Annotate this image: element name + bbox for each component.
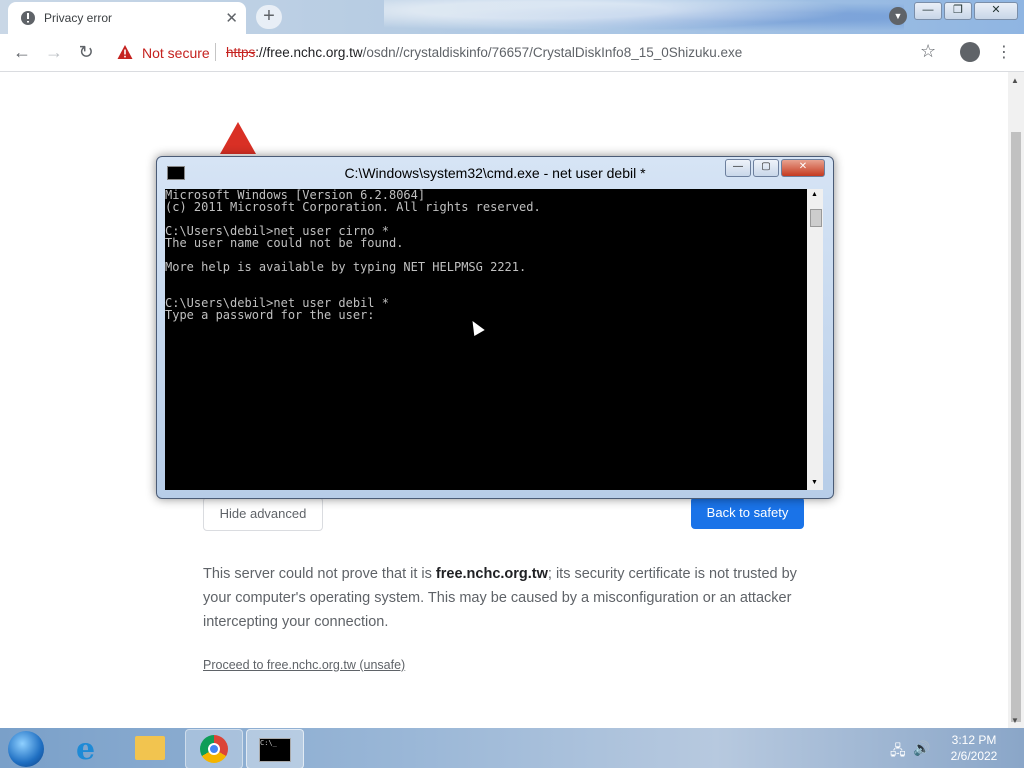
profile-avatar-icon[interactable] (960, 42, 980, 62)
minimize-button[interactable]: — (914, 2, 942, 20)
proceed-unsafe-link[interactable]: Proceed to free.nchc.org.tw (unsafe) (203, 658, 405, 672)
scroll-down-icon[interactable]: ▼ (1011, 716, 1019, 725)
system-clock[interactable]: 3:12 PM 2/6/2022 (936, 732, 1012, 764)
cmd-scroll-up-icon[interactable]: ▲ (811, 191, 818, 198)
explanation-text: This server could not prove that it is f… (203, 562, 813, 634)
browser-toolbar: ← → ↻ Not secure https://free.nchc.org.t… (0, 34, 1024, 72)
chrome-icon[interactable] (185, 729, 243, 769)
reload-icon[interactable]: ↻ (74, 41, 98, 65)
console-output[interactable]: Microsoft Windows [Version 6.2.8064] (c) … (165, 189, 807, 490)
scroll-thumb[interactable] (1011, 132, 1021, 722)
tab-strip: Privacy error ✕ + ▼ — ❐ ✕ (0, 0, 1024, 34)
window-controls: — ❐ ✕ (912, 2, 1018, 20)
back-to-safety-button[interactable]: Back to safety (691, 497, 804, 529)
command-prompt-icon[interactable]: C:\_ (246, 729, 304, 769)
new-tab-button[interactable]: + (256, 5, 282, 29)
cmd-scrollbar[interactable]: ▲ ▼ (807, 189, 823, 490)
cmd-scroll-thumb[interactable] (810, 209, 822, 227)
cmd-window-controls: — ▢ ✕ (723, 159, 825, 177)
tab-privacy-error[interactable]: Privacy error ✕ (8, 2, 246, 34)
url-scheme: https (226, 45, 256, 60)
not-secure-label[interactable]: Not secure (142, 45, 210, 61)
windows-explorer-icon[interactable] (123, 729, 179, 767)
url-host: ://free.nchc.org.tw (255, 45, 363, 60)
restore-button[interactable]: ❐ (944, 2, 972, 20)
start-button[interactable] (8, 731, 44, 767)
internet-explorer-icon[interactable]: e (62, 729, 118, 767)
danger-triangle-icon (220, 122, 256, 154)
network-icon[interactable]: 🖧 (890, 740, 906, 764)
close-window-button[interactable]: ✕ (974, 2, 1018, 20)
scroll-up-icon[interactable]: ▲ (1011, 76, 1019, 85)
forward-arrow-icon[interactable]: → (42, 41, 66, 65)
url-path: /osdn//crystaldiskinfo/76657/CrystalDisk… (362, 45, 743, 60)
address-bar[interactable]: Not secure https://free.nchc.org.tw/osdn… (110, 37, 956, 67)
cmd-close-button[interactable]: ✕ (781, 159, 825, 177)
clock-time: 3:12 PM (951, 733, 997, 747)
console-line: More help is available by typing NET HEL… (165, 260, 527, 274)
console-line: Type a password for the user: (165, 308, 375, 322)
explanation-host: free.nchc.org.tw (435, 566, 548, 582)
tab-title: Privacy error (44, 11, 113, 25)
bookmark-star-icon[interactable]: ☆ (920, 41, 936, 62)
console-line: The user name could not be found. (165, 236, 404, 250)
tabstrip-background (384, 0, 904, 34)
hide-advanced-button[interactable]: Hide advanced (203, 497, 323, 531)
url-text[interactable]: https://free.nchc.org.tw/osdn//crystaldi… (226, 45, 742, 60)
kebab-menu-icon[interactable]: ⋮ (996, 42, 1012, 62)
globe-icon (21, 11, 35, 25)
page-scrollbar[interactable]: ▲ ▼ (1008, 72, 1024, 728)
cmd-window[interactable]: C:\Windows\system32\cmd.exe - net user d… (156, 156, 834, 499)
explanation-prefix: This server could not prove that it is (203, 566, 436, 582)
taskbar: e C:\_ (0, 728, 1024, 769)
volume-icon[interactable]: 🔊 (913, 740, 930, 757)
cmd-scroll-down-icon[interactable]: ▼ (811, 479, 818, 486)
omnibox-divider (215, 43, 216, 61)
console-line: (c) 2011 Microsoft Corporation. All righ… (165, 200, 541, 214)
tab-close-icon[interactable]: ✕ (225, 9, 238, 27)
clock-date: 2/6/2022 (950, 749, 998, 763)
tab-search-icon[interactable]: ▼ (889, 7, 907, 25)
cmd-maximize-button[interactable]: ▢ (753, 159, 779, 177)
cmd-minimize-button[interactable]: — (725, 159, 751, 177)
back-arrow-icon[interactable]: ← (10, 41, 34, 65)
warning-icon (117, 45, 133, 59)
